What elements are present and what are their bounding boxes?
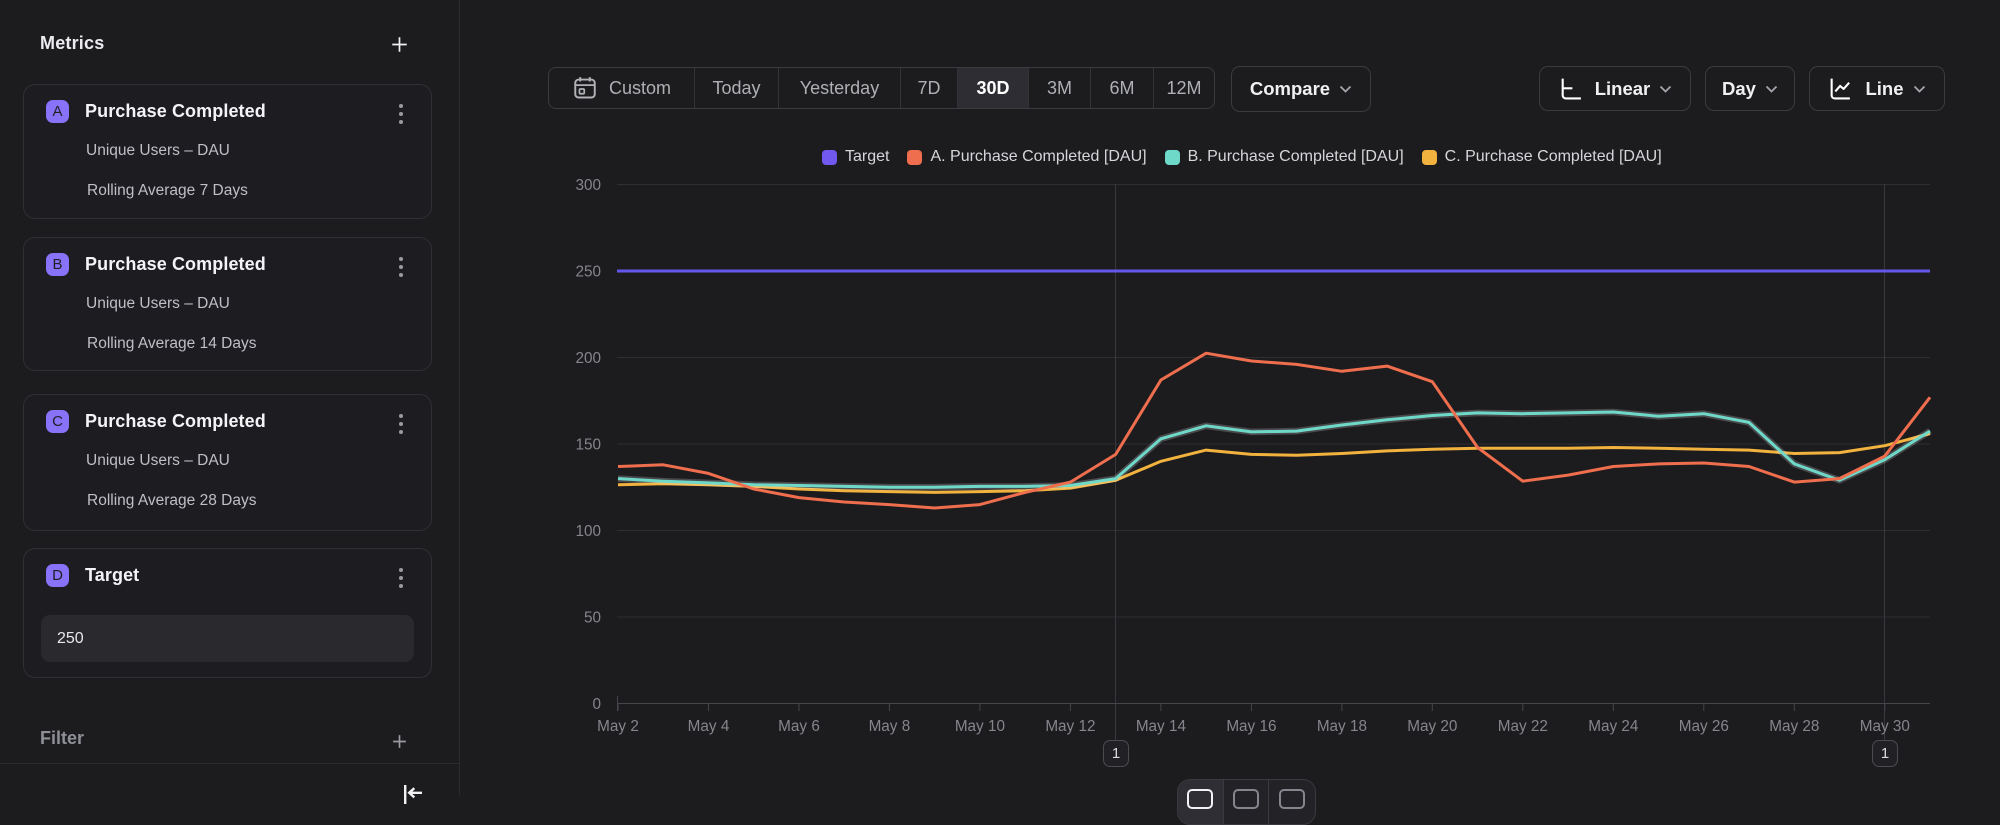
svg-text:May 10: May 10 [955,718,1005,735]
svg-text:May 18: May 18 [1317,718,1367,735]
svg-text:May 22: May 22 [1498,718,1548,735]
svg-text:150: 150 [575,437,601,454]
svg-text:May 4: May 4 [688,718,730,735]
svg-text:May 12: May 12 [1045,718,1095,735]
svg-text:May 26: May 26 [1679,718,1729,735]
svg-text:May 8: May 8 [869,718,911,735]
svg-text:May 16: May 16 [1226,718,1276,735]
svg-text:250: 250 [575,264,601,281]
svg-text:May 6: May 6 [778,718,820,735]
svg-text:0: 0 [592,696,601,713]
svg-text:May 30: May 30 [1860,718,1910,735]
svg-text:May 20: May 20 [1407,718,1457,735]
svg-text:May 28: May 28 [1769,718,1819,735]
svg-text:May 2: May 2 [597,718,639,735]
svg-text:50: 50 [584,610,601,627]
svg-text:May 24: May 24 [1588,718,1639,735]
svg-text:100: 100 [575,523,601,540]
svg-text:300: 300 [575,177,601,194]
svg-text:May 14: May 14 [1136,718,1187,735]
svg-text:200: 200 [575,350,601,367]
